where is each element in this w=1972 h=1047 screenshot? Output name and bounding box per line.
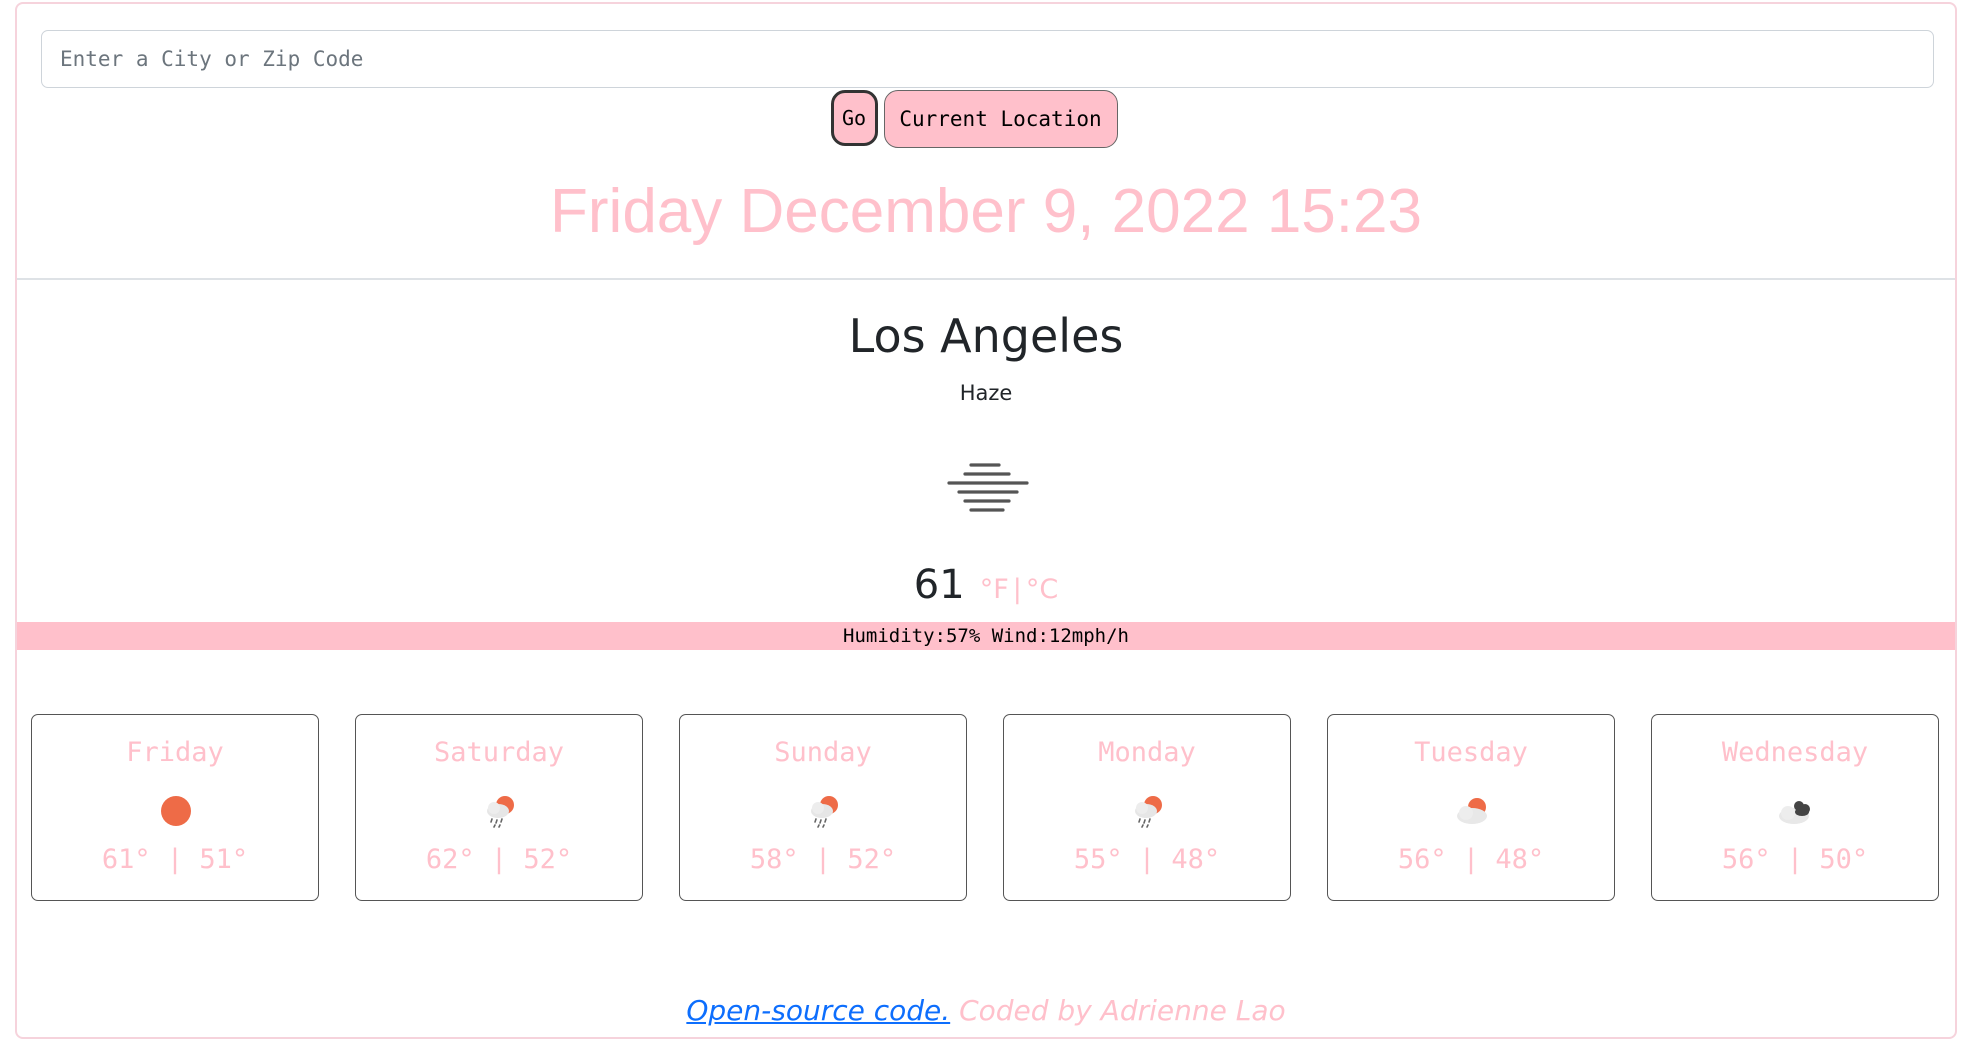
partly-cloudy-icon <box>1457 798 1487 824</box>
forecast-card: Sunday 58° | 52° <box>679 714 967 901</box>
forecast-low: 48° <box>1171 844 1221 875</box>
forecast-high: 58° <box>749 844 799 875</box>
weather-description: Haze <box>959 381 1013 405</box>
forecast-temps: 56° | 50° <box>1721 844 1869 875</box>
search-button-row: Go Current Location <box>17 90 1955 148</box>
forecast-card: Monday 55° | 48° <box>1003 714 1291 901</box>
unit-separator: | <box>1012 574 1022 605</box>
forecast-card: Saturday 62° | 52° <box>355 714 643 901</box>
go-button[interactable]: Go <box>830 90 878 146</box>
forecast-day: Tuesday <box>1414 737 1528 768</box>
forecast-temps: 58° | 52° <box>749 844 897 875</box>
forecast-temps: 55° | 48° <box>1073 844 1221 875</box>
author-credit: Coded by Adrienne Lao <box>959 994 1286 1027</box>
sun-icon <box>161 796 191 826</box>
forecast-low: 48° <box>1495 844 1545 875</box>
city-name: Los Angeles <box>848 309 1124 363</box>
forecast-high: 61° <box>101 844 151 875</box>
forecast-card: Tuesday 56° | 48° <box>1327 714 1615 901</box>
forecast-high: 62° <box>425 844 475 875</box>
weather-app: Go Current Location Friday December 9, 2… <box>15 2 1957 1039</box>
forecast-card: Wednesday 56° | 50° <box>1651 714 1939 901</box>
rain-sun-icon <box>487 796 514 828</box>
current-date-time: Friday December 9, 2022 15:23 <box>550 177 1422 246</box>
fahrenheit-link[interactable]: °F <box>980 574 1009 605</box>
forecast-low: 52° <box>523 844 573 875</box>
humidity-wind-bar: Humidity:57% Wind:12mph/h <box>17 622 1955 650</box>
city-search-input[interactable] <box>41 30 1934 88</box>
forecast-temps: 62° | 52° <box>425 844 573 875</box>
forecast-day: Sunday <box>774 737 872 768</box>
forecast-day: Monday <box>1098 737 1196 768</box>
open-source-link[interactable]: Open-source code. <box>686 994 950 1027</box>
forecast-day: Wednesday <box>1721 737 1869 768</box>
forecast-low: 51° <box>199 844 249 875</box>
forecast-day: Saturday <box>433 737 565 768</box>
footer: Open-source code. Coded by Adrienne Lao <box>17 994 1955 1027</box>
forecast-low: 52° <box>847 844 897 875</box>
forecast-temps: 56° | 48° <box>1397 844 1545 875</box>
current-temperature: 61 <box>913 562 965 608</box>
forecast-high: 56° <box>1721 844 1771 875</box>
cloudy-icon <box>1779 801 1810 824</box>
rain-sun-icon <box>1135 796 1162 828</box>
current-location-button[interactable]: Current Location <box>883 90 1118 148</box>
celsius-link[interactable]: °C <box>1026 574 1058 605</box>
forecast-card: Friday 61° | 51° <box>31 714 319 901</box>
forecast-low: 50° <box>1819 844 1869 875</box>
current-temperature-row: 61 °F | °C <box>17 562 1955 608</box>
haze-icon <box>947 463 1029 512</box>
rain-sun-icon <box>811 796 838 828</box>
forecast-high: 55° <box>1073 844 1123 875</box>
forecast-temps: 61° | 51° <box>101 844 249 875</box>
forecast-high: 56° <box>1397 844 1447 875</box>
divider <box>17 278 1955 280</box>
forecast-day: Friday <box>126 737 224 768</box>
forecast-row: Friday 61° | 51° Saturday 62° | 52° Sund… <box>31 714 1943 901</box>
